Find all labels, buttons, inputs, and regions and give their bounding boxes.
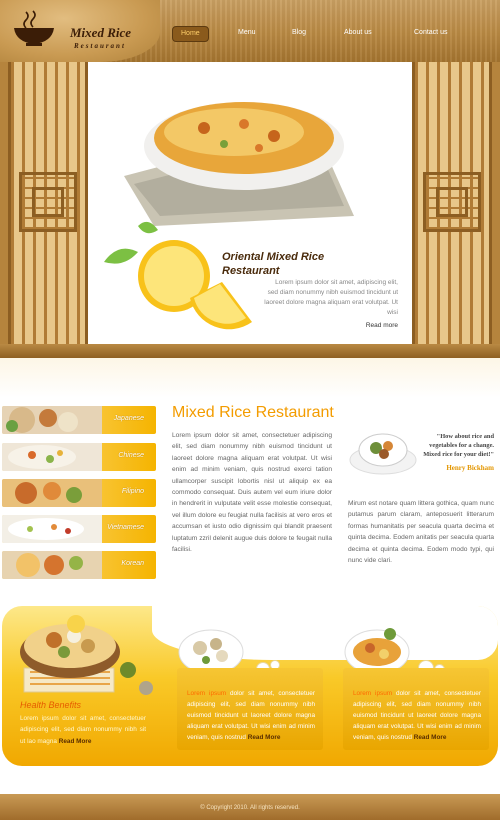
card-lead: Lorem ipsum: [187, 690, 227, 697]
nav-contact[interactable]: Contact us: [414, 26, 447, 40]
brand-title: Mixed Rice: [70, 25, 132, 40]
vegetable-plate-image: [349, 433, 417, 475]
feature-card-1: Lorem ipsum dolor sit amet, consectetuer…: [177, 668, 323, 750]
hero-title: Oriental Mixed Rice Restaurant: [222, 250, 324, 278]
cuisine-label: Japanese: [113, 415, 144, 422]
wood-edge-right: [492, 62, 500, 344]
chef-quote: "How about rice and vegetables for a cha…: [423, 433, 494, 458]
cuisine-label: Korean: [121, 560, 144, 567]
logo-plate: Mixed Rice Restaurant: [0, 0, 160, 62]
cuisine-item-vietnamese[interactable]: Vietnamese: [2, 515, 156, 543]
quote-author: Henry Bickham: [446, 464, 494, 472]
health-read-more-link[interactable]: Read More: [59, 738, 92, 745]
brand-subtitle: Restaurant: [74, 42, 126, 50]
chinese-dish-thumb: [2, 443, 102, 471]
cuisine-label: Chinese: [118, 452, 144, 459]
card-lead: Lorem ipsum: [353, 690, 393, 697]
garnish-decor: [120, 662, 153, 695]
vietnamese-dish-thumb: [2, 515, 102, 543]
intro-title: Mixed Rice Restaurant: [172, 404, 334, 421]
nav-blog[interactable]: Blog: [292, 26, 306, 40]
lattice-panel-left: [8, 62, 88, 344]
card-text: Lorem ipsum dolor sit amet, consectetuer…: [187, 688, 315, 743]
cuisine-item-filipino[interactable]: Filipino: [2, 479, 156, 507]
noodle-bowl-image: [20, 615, 120, 693]
cuisine-label: Vietnamese: [107, 524, 144, 531]
cuisine-label: Filipino: [121, 488, 144, 495]
middle-fade: [0, 358, 500, 398]
nav-about[interactable]: About us: [344, 26, 372, 40]
intro-text: Lorem ipsum dolor sit amet, consectetuer…: [172, 432, 332, 554]
health-text: Lorem ipsum dolor sit amet, consectetuer…: [20, 713, 146, 747]
wood-edge-left: [0, 62, 8, 344]
feature-card-2: Lorem ipsum dolor sit amet, consectetuer…: [343, 668, 489, 750]
hero-title-line1: Oriental Mixed Rice: [222, 251, 325, 263]
card-read-more-link[interactable]: Read More: [414, 734, 447, 741]
health-title: Health Benefits: [20, 700, 82, 710]
hero-banner: Oriental Mixed Rice Restaurant Lorem ips…: [94, 66, 406, 342]
footer: © Copyright 2010. All rights reserved.: [0, 794, 500, 820]
hero-title-line2: Restaurant: [222, 265, 280, 277]
lattice-panel-right: [412, 62, 492, 344]
rice-bowl-icon: [14, 10, 54, 46]
nav-home[interactable]: Home: [172, 26, 209, 42]
korean-dish-thumb: [2, 551, 102, 579]
header-wood-base: [0, 344, 500, 358]
filipino-dish-thumb: [2, 479, 102, 507]
hero-description: Lorem ipsum dolor sit amet, adipiscing e…: [264, 279, 398, 316]
copyright-text: © Copyright 2010. All rights reserved.: [200, 805, 300, 811]
cuisine-item-japanese[interactable]: Japanese: [2, 406, 156, 434]
hero-read-more-link[interactable]: Read more: [366, 322, 398, 329]
side-text: Mirum est notare quam littera gothica, q…: [348, 500, 494, 565]
card-read-more-link[interactable]: Read More: [248, 734, 281, 741]
nav-menu[interactable]: Menu: [238, 26, 256, 40]
japanese-dish-thumb: [2, 406, 102, 434]
card-text: Lorem ipsum dolor sit amet, consectetuer…: [353, 688, 481, 743]
cuisine-item-chinese[interactable]: Chinese: [2, 443, 156, 471]
cuisine-item-korean[interactable]: Korean: [2, 551, 156, 579]
